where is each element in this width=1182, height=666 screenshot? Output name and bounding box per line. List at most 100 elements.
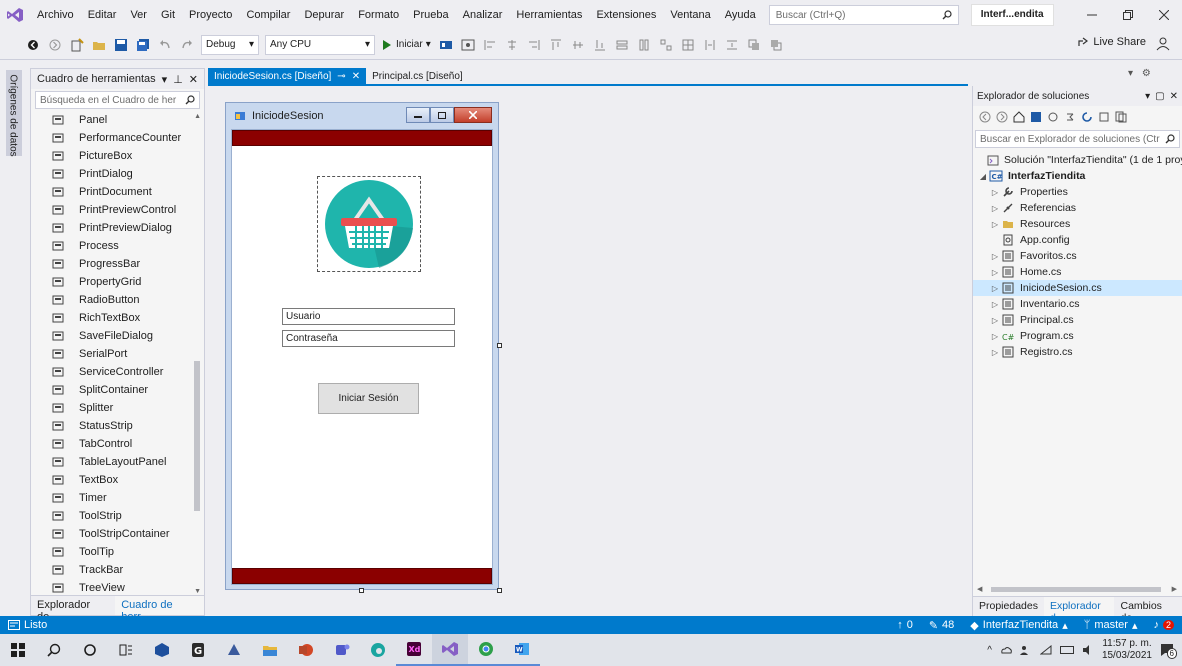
open-folder-icon[interactable] bbox=[90, 36, 108, 54]
chevron-up-icon[interactable]: ^ bbox=[987, 645, 992, 656]
align-top-icon[interactable] bbox=[547, 36, 565, 54]
expand-arrow-icon[interactable]: ▷ bbox=[989, 284, 1001, 293]
toolbox-scroll-thumb[interactable] bbox=[194, 361, 200, 511]
maximize-panel-icon[interactable]: ▢ bbox=[1155, 91, 1164, 102]
forward-icon[interactable] bbox=[46, 36, 64, 54]
tree-item[interactable]: ▷ IniciodeSesion.cs bbox=[973, 280, 1182, 296]
feedback-icon[interactable] bbox=[1156, 37, 1170, 51]
pin-icon[interactable]: ⊥ bbox=[173, 73, 183, 86]
tab-principal-design[interactable]: Principal.cs [Diseño] bbox=[366, 68, 469, 84]
menu-item-archivo[interactable]: Archivo bbox=[30, 0, 81, 30]
tab-git-changes[interactable]: Cambios de... bbox=[1114, 597, 1182, 624]
pending-changes-icon[interactable] bbox=[1047, 111, 1059, 123]
toolbox-item[interactable]: Process bbox=[31, 237, 204, 255]
epic-games-icon[interactable]: G bbox=[180, 634, 216, 666]
save-all-icon[interactable] bbox=[134, 36, 152, 54]
tab-explorer[interactable]: Explorador de... bbox=[31, 596, 115, 623]
vertical-spacing-icon[interactable] bbox=[723, 36, 741, 54]
expand-arrow-icon[interactable]: ▷ bbox=[989, 188, 1001, 197]
horizontal-spacing-icon[interactable] bbox=[701, 36, 719, 54]
toolbox-item[interactable]: Splitter bbox=[31, 399, 204, 417]
show-all-files-icon[interactable] bbox=[1115, 111, 1127, 123]
toolbox-item[interactable]: ToolTip bbox=[31, 543, 204, 561]
align-middle-icon[interactable] bbox=[569, 36, 587, 54]
resize-handle-bottom[interactable] bbox=[359, 588, 364, 593]
tree-item[interactable]: ▷ Referencias bbox=[973, 200, 1182, 216]
menu-item-extensiones[interactable]: Extensiones bbox=[589, 0, 663, 30]
start-button[interactable]: Iniciar ▾ bbox=[382, 39, 431, 50]
toolbox-item[interactable]: RichTextBox bbox=[31, 309, 204, 327]
toolbox-item[interactable]: Timer bbox=[31, 489, 204, 507]
toolbox-item[interactable]: TableLayoutPanel bbox=[31, 453, 204, 471]
menu-item-analizar[interactable]: Analizar bbox=[456, 0, 510, 30]
top-color-bar[interactable] bbox=[232, 130, 492, 146]
tree-item[interactable]: ▷ Favoritos.cs bbox=[973, 248, 1182, 264]
toolbox-item[interactable]: Panel bbox=[31, 111, 204, 129]
redo-icon[interactable] bbox=[178, 36, 196, 54]
toolbox-item[interactable]: ToolStripContainer bbox=[31, 525, 204, 543]
toolbox-item[interactable]: ToolStrip bbox=[31, 507, 204, 525]
close-window-button[interactable] bbox=[1146, 0, 1182, 30]
onedrive-icon[interactable] bbox=[1000, 645, 1012, 655]
scroll-right-icon[interactable]: ▶ bbox=[1172, 585, 1177, 593]
bottom-color-bar[interactable] bbox=[232, 568, 492, 584]
dropdown-arrow-icon[interactable]: ▾ bbox=[162, 73, 168, 86]
teams-icon[interactable] bbox=[324, 634, 360, 666]
cortana-icon[interactable] bbox=[72, 634, 108, 666]
tab-properties[interactable]: Propiedades bbox=[973, 597, 1044, 616]
new-project-icon[interactable] bbox=[68, 36, 86, 54]
tree-item[interactable]: ▷ Home.cs bbox=[973, 264, 1182, 280]
tab-toolbox[interactable]: Cuadro de herr... bbox=[115, 596, 204, 623]
scroll-up-icon[interactable]: ▲ bbox=[194, 113, 201, 120]
align-right-icon[interactable] bbox=[525, 36, 543, 54]
platform-select[interactable]: Any CPU ▾ bbox=[265, 34, 375, 55]
scroll-left-icon[interactable]: ◀ bbox=[977, 585, 982, 593]
tab-solution-explorer[interactable]: Explorador d... bbox=[1043, 597, 1115, 624]
visual-studio-logo-icon[interactable] bbox=[0, 0, 30, 30]
tree-item[interactable]: ▷ Resources bbox=[973, 216, 1182, 232]
clock[interactable]: 11:57 p. m. 15/03/2021 bbox=[1102, 638, 1152, 662]
status-edits-count[interactable]: ✎ 48 bbox=[921, 619, 962, 632]
password-textbox[interactable]: Contraseña bbox=[282, 330, 455, 347]
powerpoint-icon[interactable] bbox=[288, 634, 324, 666]
toolbox-item[interactable]: PropertyGrid bbox=[31, 273, 204, 291]
expand-arrow-icon[interactable]: ▷ bbox=[989, 300, 1001, 309]
status-push-count[interactable]: ↑ 0 bbox=[889, 619, 921, 631]
toolbox-item[interactable]: TextBox bbox=[31, 471, 204, 489]
logo-picturebox[interactable] bbox=[317, 176, 421, 272]
form-window[interactable]: IniciodeSesion Usuario Contraseña Inicia… bbox=[225, 102, 499, 590]
resize-handle-corner[interactable] bbox=[497, 588, 502, 593]
menu-item-formato[interactable]: Formato bbox=[351, 0, 406, 30]
keyboard-icon[interactable] bbox=[1059, 645, 1074, 655]
solution-horizontal-scrollbar[interactable]: ◀ ▶ bbox=[977, 585, 1177, 593]
send-to-back-icon[interactable] bbox=[767, 36, 785, 54]
save-icon[interactable] bbox=[112, 36, 130, 54]
status-notifications[interactable]: ♪ 2 bbox=[1145, 619, 1182, 631]
word-icon[interactable]: W bbox=[504, 634, 540, 666]
status-branch[interactable]: ᛘ master ▴ bbox=[1076, 619, 1146, 632]
expanded-arrow-icon[interactable]: ◢ bbox=[977, 172, 989, 181]
toolbox-item[interactable]: TrackBar bbox=[31, 561, 204, 579]
align-bottom-icon[interactable] bbox=[591, 36, 609, 54]
back-icon[interactable] bbox=[24, 36, 42, 54]
expand-arrow-icon[interactable]: ▷ bbox=[989, 268, 1001, 277]
screenshot-icon[interactable] bbox=[459, 36, 477, 54]
form-maximize-icon[interactable] bbox=[430, 107, 454, 123]
toolbox-search-input[interactable]: Búsqueda en el Cuadro de her bbox=[35, 91, 200, 109]
home-icon[interactable] bbox=[1013, 111, 1025, 123]
menu-item-depurar[interactable]: Depurar bbox=[297, 0, 351, 30]
close-icon[interactable]: ✕ bbox=[189, 73, 198, 86]
toolbox-item[interactable]: TabControl bbox=[31, 435, 204, 453]
toolbox-item[interactable]: PrintDocument bbox=[31, 183, 204, 201]
tab-iniciodesesion-design[interactable]: IniciodeSesion.cs [Diseño] ⊸ ✕ bbox=[208, 68, 367, 84]
menu-item-proyecto[interactable]: Proyecto bbox=[182, 0, 239, 30]
dropdown-arrow-icon[interactable]: ▾ bbox=[1145, 91, 1150, 102]
same-size-icon[interactable] bbox=[657, 36, 675, 54]
tree-project[interactable]: ◢ C# InterfazTiendita bbox=[973, 168, 1182, 184]
menu-item-herramientas[interactable]: Herramientas bbox=[509, 0, 589, 30]
project-name-badge[interactable]: Interf...endita bbox=[970, 4, 1054, 26]
virtualbox-icon[interactable] bbox=[144, 634, 180, 666]
pin-icon[interactable]: ⊸ bbox=[337, 71, 345, 82]
settings-icon[interactable]: ⚙ bbox=[1142, 68, 1151, 79]
toolbox-scrollbar[interactable]: ▲ ▼ bbox=[193, 111, 201, 597]
